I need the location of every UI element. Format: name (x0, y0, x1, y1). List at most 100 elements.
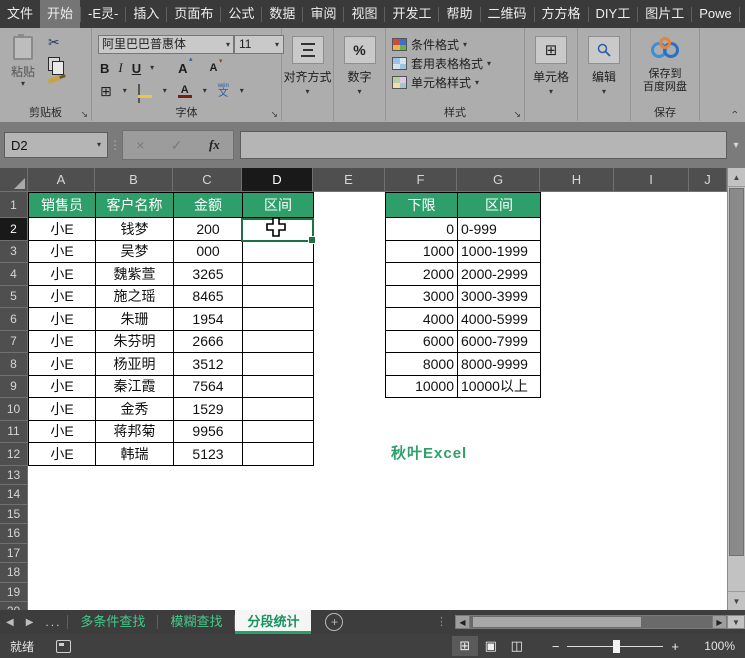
row-header-17[interactable]: 17 (0, 544, 28, 564)
table-cell[interactable]: 3512 (174, 353, 243, 376)
cut-icon[interactable]: ✂ (48, 34, 61, 51)
column-header-A[interactable]: A (28, 168, 95, 192)
table-cell[interactable]: 施之瑶 (96, 286, 174, 309)
table-cell[interactable]: 1954 (174, 308, 243, 331)
row-header-13[interactable]: 13 (0, 466, 28, 486)
fill-handle[interactable] (308, 236, 316, 244)
table-cell[interactable] (243, 331, 314, 354)
borders-dropdown-icon[interactable]: ▾ (123, 87, 127, 95)
format-as-table-button[interactable]: 套用表格格式▾ (392, 54, 524, 73)
row-header-3[interactable]: 3 (0, 241, 28, 264)
scroll-left-icon[interactable]: ◀ (455, 615, 470, 629)
number-group-button[interactable]: % 数字 ▾ (334, 28, 386, 121)
conditional-formatting-button[interactable]: 条件格式▾ (392, 35, 524, 54)
grow-font-button[interactable]: A (178, 61, 187, 76)
column-header-F[interactable]: F (385, 168, 457, 192)
editing-dropdown-icon[interactable]: ▾ (578, 88, 630, 96)
macro-record-icon[interactable] (56, 640, 71, 653)
font-size-combobox[interactable]: 11 ▾ (234, 35, 284, 54)
table-cell[interactable]: 魏紫萱 (96, 263, 174, 286)
font-dialog-launcher-icon[interactable]: ↘ (270, 110, 278, 119)
enter-icon[interactable]: ✓ (171, 137, 183, 154)
table-cell[interactable]: 朱珊 (96, 308, 174, 331)
menu-tab-14[interactable]: 图片工 (638, 0, 691, 28)
zoom-slider[interactable] (567, 646, 663, 647)
zoom-percentage[interactable]: 100% (687, 639, 745, 653)
editing-group-button[interactable]: 编辑 ▾ (578, 28, 631, 121)
underline-button[interactable]: U (132, 61, 141, 76)
font-color-dropdown-icon[interactable]: ▾ (203, 87, 207, 95)
insert-function-icon[interactable]: fx (209, 137, 220, 153)
table-cell[interactable] (243, 376, 314, 399)
font-name-combobox[interactable]: 阿里巴巴普惠体 ▾ (98, 35, 234, 54)
menu-tab-16[interactable]: 百度网 (740, 0, 745, 28)
name-box-dropdown-icon[interactable]: ▾ (97, 141, 101, 149)
table-cell[interactable]: 4000 (386, 308, 458, 331)
number-dropdown-icon[interactable]: ▾ (334, 88, 385, 96)
menu-tab-1[interactable]: 开始 (40, 0, 80, 28)
table-cell[interactable]: 杨亚明 (96, 353, 174, 376)
alignment-dropdown-icon[interactable]: ▾ (282, 88, 333, 96)
collapse-ribbon-icon[interactable]: › (729, 110, 741, 114)
select-all-corner[interactable] (0, 168, 28, 192)
menu-tab-6[interactable]: 数据 (262, 0, 302, 28)
row-header-7[interactable]: 7 (0, 331, 28, 354)
table-cell[interactable]: 小E (29, 421, 96, 444)
paste-button[interactable]: 粘贴 ▾ (6, 36, 40, 88)
phonetic-guide-icon[interactable]: wén 文 (218, 83, 229, 99)
clipboard-dialog-launcher-icon[interactable]: ↘ (80, 110, 88, 119)
format-painter-icon[interactable] (48, 75, 62, 84)
scroll-right-icon[interactable]: ▶ (712, 615, 727, 629)
menu-tab-9[interactable]: 开发工 (385, 0, 438, 28)
more-sheets-icon[interactable]: ... (39, 615, 67, 629)
table-cell[interactable]: 蒋邦菊 (96, 421, 174, 444)
paste-dropdown-icon[interactable]: ▾ (6, 80, 40, 88)
scroll-down-corner-icon[interactable]: ▼ (727, 615, 745, 629)
table-cell[interactable]: 小E (29, 286, 96, 309)
cells-dropdown-icon[interactable]: ▾ (525, 88, 577, 96)
table-cell[interactable]: 小E (29, 353, 96, 376)
table-cell[interactable]: 1000-1999 (458, 241, 541, 264)
menu-tab-2[interactable]: -E灵- (81, 0, 125, 28)
column-header-B[interactable]: B (95, 168, 173, 192)
menu-tab-15[interactable]: Powe (692, 0, 739, 28)
table-cell[interactable] (243, 286, 314, 309)
row-header-14[interactable]: 14 (0, 485, 28, 505)
sheet-tab-1[interactable]: 模糊查找 (158, 610, 234, 634)
table-cell[interactable]: 3000-3999 (458, 286, 541, 309)
table-cell[interactable]: 0 (386, 218, 458, 241)
horizontal-scroll-thumb[interactable] (473, 617, 641, 627)
alignment-group-button[interactable]: 对齐方式 ▾ (282, 28, 334, 121)
table-cell[interactable]: 小E (29, 308, 96, 331)
table-cell[interactable]: 秦江霞 (96, 376, 174, 399)
phonetic-dropdown-icon[interactable]: ▾ (240, 87, 244, 95)
row-header-16[interactable]: 16 (0, 524, 28, 544)
table-cell[interactable]: 1000 (386, 241, 458, 264)
row-header-5[interactable]: 5 (0, 286, 28, 309)
formula-input[interactable] (240, 131, 727, 159)
formula-bar-grip[interactable]: ⋮ (108, 143, 122, 148)
row-header-11[interactable]: 11 (0, 421, 28, 444)
zoom-out-icon[interactable]: − (544, 639, 568, 654)
page-layout-view-icon[interactable]: ▣ (478, 636, 504, 656)
table-cell[interactable]: 朱芬明 (96, 331, 174, 354)
table-cell[interactable]: 1529 (174, 398, 243, 421)
fill-color-icon[interactable] (138, 85, 152, 98)
column-header-I[interactable]: I (614, 168, 689, 192)
cell-styles-button[interactable]: 单元格样式▾ (392, 73, 524, 92)
scroll-down-icon[interactable]: ▼ (728, 591, 745, 610)
table-cell[interactable]: 6000 (386, 331, 458, 354)
table-cell[interactable]: 8465 (174, 286, 243, 309)
menu-tab-12[interactable]: 方方格 (535, 0, 588, 28)
row-header-4[interactable]: 4 (0, 263, 28, 286)
row-header-15[interactable]: 15 (0, 505, 28, 525)
column-header-H[interactable]: H (540, 168, 614, 192)
cancel-icon[interactable]: × (136, 137, 144, 153)
zoom-in-icon[interactable]: + (663, 639, 687, 654)
table-cell[interactable] (243, 421, 314, 444)
table-cell[interactable] (243, 263, 314, 286)
shrink-font-button[interactable]: A (210, 62, 218, 74)
table-cell[interactable]: 10000 (386, 376, 458, 399)
table-cell[interactable]: 金秀 (96, 398, 174, 421)
table-cell[interactable]: 2666 (174, 331, 243, 354)
